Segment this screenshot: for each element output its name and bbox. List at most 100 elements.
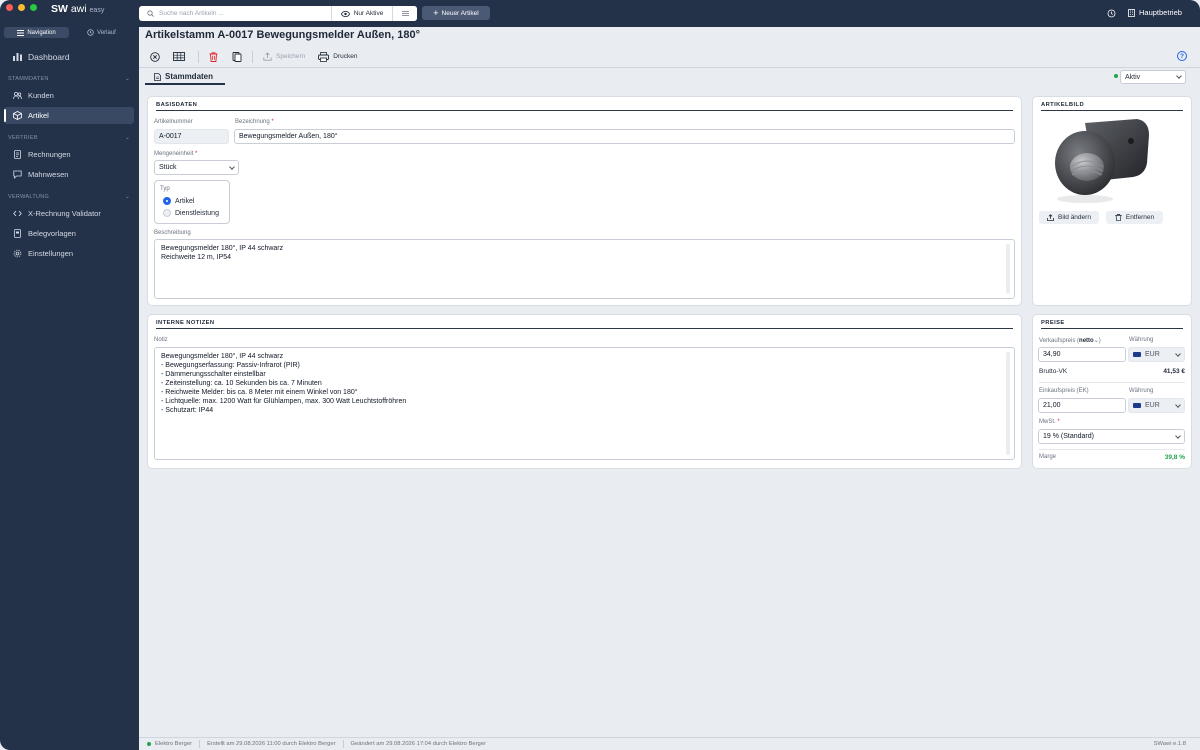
card-title-artikelbild: ARTIKELBILD [1041,102,1183,111]
vat-label: MwSt. * [1039,419,1060,425]
chevron-down-icon: ⌄ [125,135,130,141]
sidebar-item-dashboard[interactable]: Dashboard [4,48,134,65]
app-logo: SW awi easy [51,3,105,15]
window-controls [6,4,37,11]
gross-price-label: Brutto-VK [1039,368,1068,375]
trash-icon [209,51,218,62]
unit-label: Mengeneinheit * [154,151,198,157]
status-select[interactable]: Aktiv [1120,70,1186,84]
gross-price-row: Brutto-VK 41,53 € [1039,368,1185,375]
sidebar-mode-switch: Navigation Verlauf [4,27,134,38]
help-button[interactable]: ? [1177,51,1187,61]
chevron-down-icon [1175,401,1181,408]
sidebar-item-x-rechnung-validator[interactable]: X-Rechnung Validator [4,205,134,222]
history-icon[interactable] [1107,9,1116,18]
sidebar-item-mahnwesen[interactable]: Mahnwesen [4,166,134,183]
scrollbar[interactable] [1006,352,1010,455]
toolbar: Speichern Drucken [150,49,358,64]
type-radio-article[interactable]: Artikel [163,197,194,205]
card-title-basisdaten: BASISDATEN [156,102,1013,111]
sidebar: SW awi easy Navigation Verlauf Dashboard… [0,0,139,750]
table-icon [173,52,185,61]
chevron-down-icon: ⌄ [125,76,130,82]
zoom-window-button[interactable] [30,4,37,11]
footer-divider [342,740,344,748]
menu-icon [401,11,409,16]
notes-textarea[interactable]: Bewegungsmelder 180°, IP 44 schwarz - Be… [154,347,1015,460]
plus-icon: + [433,7,439,18]
eye-icon [340,10,350,17]
chevron-down-icon [229,163,235,170]
close-circle-icon [150,51,160,62]
table-view-button[interactable] [173,49,185,64]
sale-currency-label: Währung [1129,337,1154,343]
article-number-field: A-0017 [154,129,229,144]
tab-history[interactable]: Verlauf [69,27,134,38]
clock-icon [87,29,94,36]
sidebar-section-verwaltung[interactable]: VERWALTUNG ⌄ [8,194,130,200]
margin-value: 39,8 % [1164,454,1185,461]
filter-active-toggle[interactable]: Nur Aktive [331,6,392,21]
sale-price-field[interactable]: 34,90 [1038,347,1126,362]
card-title-notizen: INTERNE NOTIZEN [156,320,1013,329]
list-options-button[interactable] [392,6,417,21]
chevron-down-icon [1175,350,1181,357]
product-image [1055,119,1149,203]
sidebar-item-kunden[interactable]: Kunden [4,87,134,104]
status-bar: Elektro Berger Erstellt am 29.08.2026 11… [139,737,1200,750]
footer-company: Elektro Berger [155,741,193,747]
sale-currency-select[interactable]: EUR [1128,347,1185,362]
delete-button[interactable] [209,49,218,64]
document-icon [154,72,161,81]
sidebar-item-artikel[interactable]: Artikel [4,107,134,124]
notes-label: Notiz [154,337,168,343]
purchase-currency-select[interactable]: EUR [1128,398,1185,413]
purchase-price-field[interactable]: 21,00 [1038,398,1126,413]
sidebar-section-stammdaten[interactable]: STAMMDATEN ⌄ [8,76,130,82]
list-icon [17,29,25,36]
tab-stammdaten[interactable]: Stammdaten [145,70,225,85]
radio-empty-icon [163,209,171,217]
footer-created: Erstellt am 29.08.2026 11:00 durch Elekt… [207,741,336,747]
sidebar-section-vertrieb[interactable]: VERTRIEB ⌄ [8,135,130,141]
tab-navigation[interactable]: Navigation [4,27,69,38]
chevron-down-icon: ⌄ [125,194,130,200]
box-icon [13,111,22,120]
remove-image-button[interactable]: Entfernen [1106,211,1163,224]
purchase-currency-label: Währung [1129,388,1154,394]
search-icon [147,10,154,17]
toolbar-divider [252,50,253,63]
copy-button[interactable] [232,49,242,64]
close-button[interactable] [150,49,160,64]
save-button[interactable]: Speichern [263,49,305,64]
gross-price-value: 41,53 € [1163,368,1185,375]
close-window-button[interactable] [6,4,13,11]
eu-flag-icon [1133,403,1141,408]
print-button[interactable]: Drucken [318,49,358,64]
type-label: Typ [160,186,170,192]
type-radio-service[interactable]: Dienstleistung [163,209,219,217]
footer-changed: Geändert am 29.08.2026 17:04 durch Elekt… [350,741,486,747]
company-switcher[interactable]: Hauptbetrieb [1128,8,1182,17]
vat-select[interactable]: 19 % (Standard) [1038,429,1185,444]
description-textarea[interactable]: Bewegungsmelder 180°, IP 44 schwarz Reic… [154,239,1015,299]
sidebar-item-belegvorlagen[interactable]: Belegvorlagen [4,225,134,242]
sidebar-item-rechnungen[interactable]: Rechnungen [4,146,134,163]
minimize-window-button[interactable] [18,4,25,11]
scrollbar[interactable] [1006,244,1010,294]
new-article-button[interactable]: + Neuer Artikel [422,6,490,20]
chevron-down-icon [1176,73,1182,79]
page-title: Artikelstamm A-0017 Bewegungsmelder Auße… [145,29,421,41]
designation-field[interactable]: Bewegungsmelder Außen, 180° [234,129,1015,144]
message-icon [13,170,22,179]
sidebar-item-einstellungen[interactable]: Einstellungen [4,245,134,262]
unit-select[interactable]: Stück [154,160,239,175]
price-divider [1039,449,1185,450]
change-image-button[interactable]: Bild ändern [1039,211,1099,224]
help-icon: ? [1180,52,1184,60]
chevron-down-icon [1175,432,1181,439]
upload-icon [263,52,272,61]
trash-icon [1115,214,1122,221]
clipboard-icon [232,52,242,62]
users-icon [13,91,22,100]
